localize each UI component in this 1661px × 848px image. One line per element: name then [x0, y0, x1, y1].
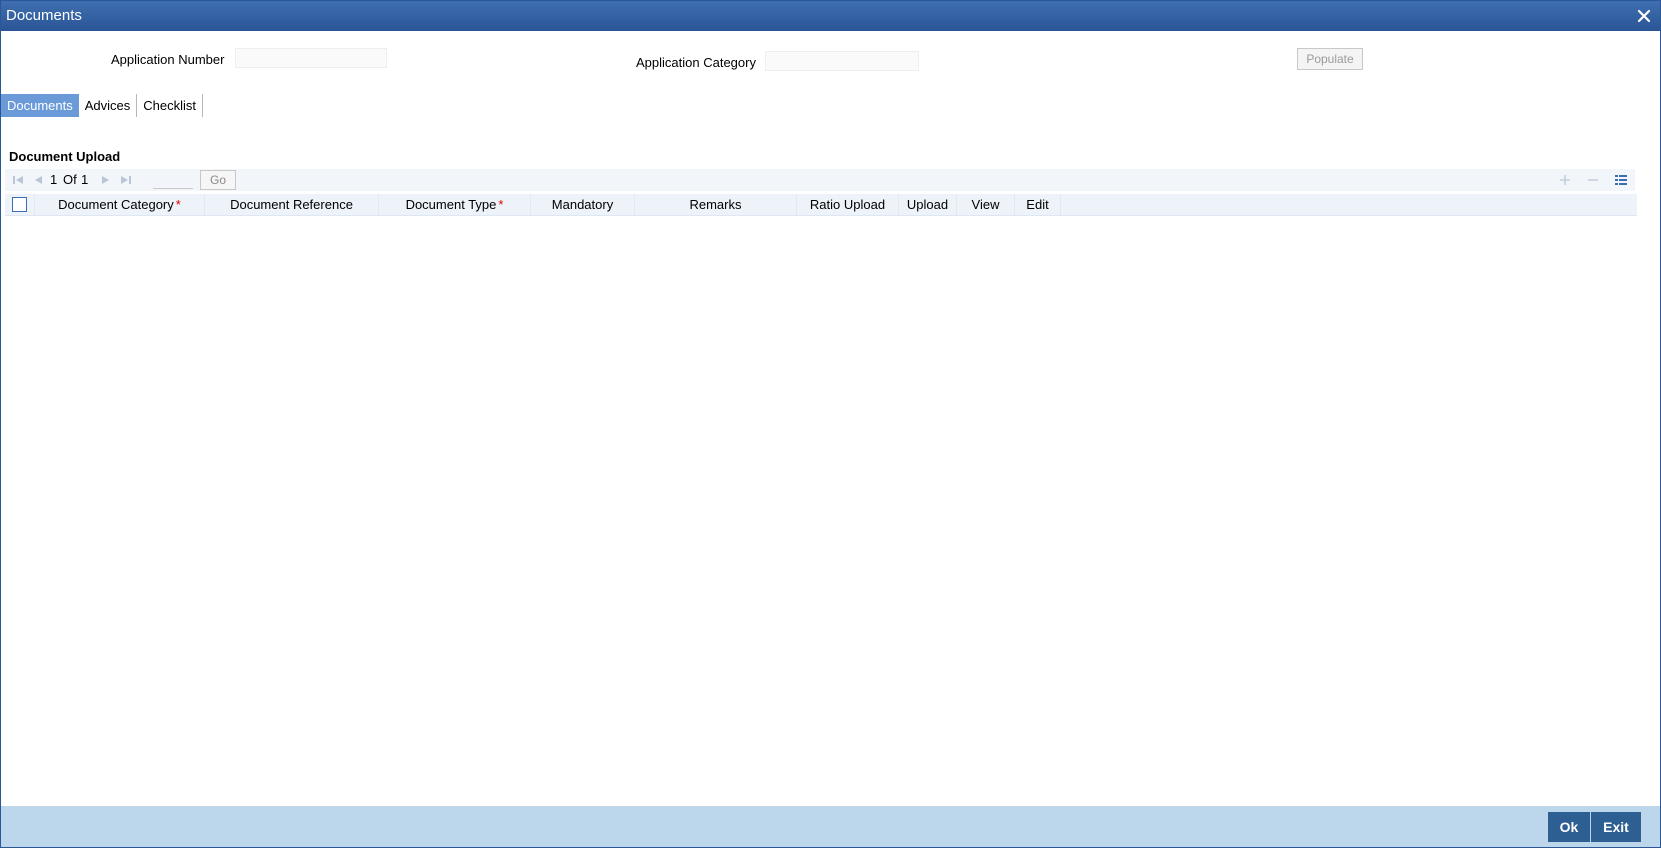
- of-label: Of: [63, 172, 77, 187]
- column-label: Mandatory: [551, 197, 614, 212]
- column-label: Ratio Upload: [809, 197, 886, 212]
- tab-checklist[interactable]: Checklist: [137, 94, 204, 117]
- tab-documents[interactable]: Documents: [1, 94, 79, 117]
- column-label: Document Category: [58, 197, 174, 212]
- documents-window: Documents Application Number Application…: [0, 0, 1661, 848]
- current-page: 1: [50, 172, 58, 187]
- delete-row-icon[interactable]: [1586, 173, 1600, 187]
- column-label: View: [971, 197, 1000, 212]
- application-category-label: Application Category: [636, 55, 756, 70]
- header-select-cell: [5, 194, 35, 215]
- column-upload[interactable]: Upload: [899, 194, 957, 215]
- footer-bar: Ok Exit: [1, 806, 1660, 847]
- column-ratio-upload[interactable]: Ratio Upload: [797, 194, 899, 215]
- go-button[interactable]: Go: [200, 170, 236, 190]
- column-label: Upload: [906, 197, 949, 212]
- tab-bar: Documents Advices Checklist: [1, 94, 204, 117]
- column-label: Document Reference: [230, 197, 353, 212]
- last-page-icon[interactable]: [119, 173, 133, 187]
- required-marker: *: [498, 197, 504, 212]
- total-pages: 1: [81, 172, 89, 187]
- application-category-input[interactable]: [765, 51, 919, 71]
- ok-button[interactable]: Ok: [1548, 812, 1590, 842]
- column-document-type[interactable]: Document Type *: [379, 194, 531, 215]
- previous-page-icon[interactable]: [31, 173, 45, 187]
- column-label: Edit: [1026, 197, 1049, 212]
- grid-header: Document Category * Document Reference Do…: [5, 194, 1637, 216]
- populate-button[interactable]: Populate: [1297, 48, 1363, 70]
- column-view[interactable]: View: [957, 194, 1015, 215]
- document-upload-title: Document Upload: [9, 149, 121, 164]
- tab-advices[interactable]: Advices: [79, 94, 138, 117]
- single-view-icon[interactable]: [1614, 173, 1628, 187]
- column-label: Document Type: [405, 197, 497, 212]
- grid-toolbar: 1 Of 1 Go: [5, 169, 1635, 191]
- first-page-icon[interactable]: [11, 173, 25, 187]
- select-all-checkbox[interactable]: [12, 197, 27, 212]
- column-remarks[interactable]: Remarks: [635, 194, 797, 215]
- column-document-category[interactable]: Document Category *: [35, 194, 205, 215]
- required-marker: *: [175, 197, 181, 212]
- close-icon[interactable]: [1634, 6, 1654, 26]
- application-number-label: Application Number: [111, 52, 225, 67]
- column-label: Remarks: [689, 197, 742, 212]
- add-row-icon[interactable]: [1558, 173, 1572, 187]
- column-document-reference[interactable]: Document Reference: [205, 194, 379, 215]
- column-edit[interactable]: Edit: [1015, 194, 1061, 215]
- next-page-icon[interactable]: [99, 173, 113, 187]
- application-number-input[interactable]: [235, 48, 387, 68]
- page-number-input[interactable]: [153, 171, 193, 189]
- title-bar: Documents: [1, 1, 1660, 31]
- exit-button[interactable]: Exit: [1591, 812, 1641, 842]
- window-title: Documents: [6, 7, 82, 24]
- column-mandatory[interactable]: Mandatory: [531, 194, 635, 215]
